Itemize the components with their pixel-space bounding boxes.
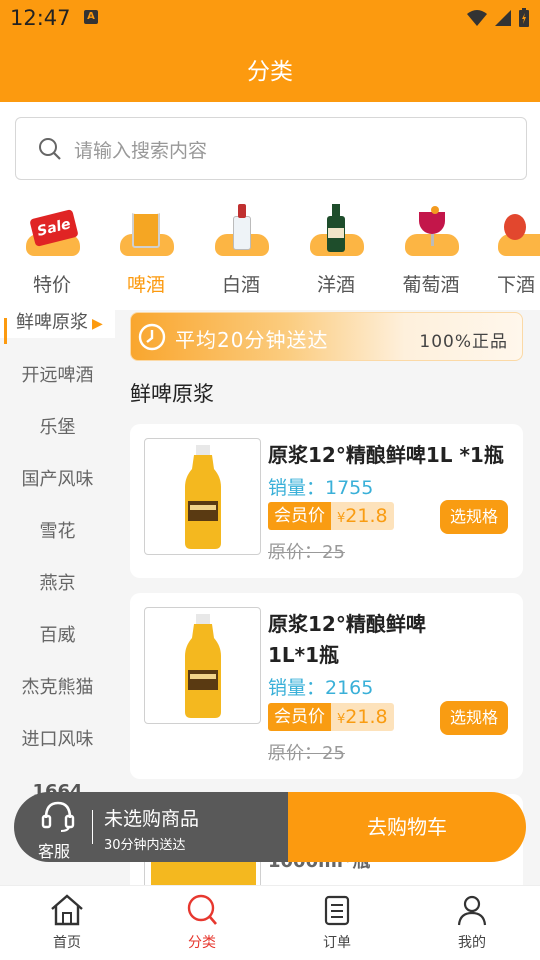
- sale-icon: Sale: [22, 198, 82, 258]
- member-tag: 会员价: [268, 502, 331, 530]
- order-icon: [324, 895, 350, 926]
- original-price: 原价：25: [268, 743, 345, 764]
- cart-empty-text: 未选购商品: [104, 808, 200, 830]
- customer-service-label: 客服: [38, 842, 71, 861]
- customer-service-button[interactable]: 客服: [14, 792, 92, 862]
- notification-icon: A: [84, 10, 98, 24]
- price-value: ¥21.8: [331, 703, 394, 731]
- category-snack[interactable]: 下酒: [486, 198, 540, 297]
- wine-glass-icon: [401, 198, 461, 258]
- select-spec-button[interactable]: 选规格: [440, 500, 508, 534]
- sidebar-item[interactable]: 燕京: [0, 558, 115, 610]
- divider: [92, 810, 93, 844]
- home-icon: [51, 894, 83, 926]
- battery-icon: [519, 8, 529, 27]
- category-sale[interactable]: Sale 特价: [12, 198, 92, 297]
- tab-label: 我的: [458, 935, 486, 951]
- signal-icon: [495, 10, 511, 26]
- search-icon: [39, 138, 61, 160]
- category-baijiu[interactable]: 白酒: [201, 198, 281, 297]
- sidebar-item[interactable]: 进口风味: [0, 714, 115, 766]
- tab-label: 订单: [323, 935, 351, 951]
- category-bar: Sale 特价 啤酒 白酒 洋酒 葡萄酒 下酒: [0, 198, 540, 308]
- sidebar-item[interactable]: 杰克熊猫: [0, 662, 115, 714]
- product-name: 原浆12°精酿鲜啤1L *1瓶: [268, 443, 504, 467]
- delivery-text: 平均20分钟送达: [175, 328, 329, 352]
- status-bar: 12:47 A: [0, 0, 540, 36]
- tab-label: 首页: [53, 935, 81, 951]
- tab-profile[interactable]: 我的: [432, 894, 512, 952]
- system-icons: [466, 8, 530, 28]
- cart-delivery-text: 30分钟内送达: [104, 838, 186, 853]
- tab-home[interactable]: 首页: [27, 894, 107, 952]
- product-card[interactable]: 原浆12°精酿鲜啤1L *1瓶 销量：1755 会员价 ¥21.8 原价：25 …: [130, 424, 523, 578]
- product-image: [144, 607, 261, 724]
- wifi-icon: [467, 10, 487, 26]
- page-title: 分类: [247, 59, 293, 85]
- original-price: 原价：25: [268, 542, 345, 563]
- product-sales: 销量：2165: [268, 677, 374, 699]
- bottom-tab-bar: 首页 分类 订单 我的: [0, 885, 540, 960]
- search-input[interactable]: 请输入搜索内容: [15, 117, 527, 180]
- product-image: [144, 438, 261, 555]
- sidebar-item[interactable]: 国产风味: [0, 454, 115, 506]
- product-sales: 销量：1755: [268, 477, 374, 499]
- category-search-icon: [187, 894, 217, 925]
- tab-category[interactable]: 分类: [162, 894, 242, 952]
- snack-icon: [486, 198, 540, 258]
- sidebar-item[interactable]: 雪花: [0, 506, 115, 558]
- app-bar: 分类: [0, 36, 540, 102]
- section-title: 鲜啤原浆: [130, 382, 214, 406]
- cart-summary: 客服 未选购商品 30分钟内送达: [14, 792, 288, 862]
- tab-orders[interactable]: 订单: [297, 894, 377, 952]
- product-card[interactable]: 原浆12°精酿鲜啤1L*1瓶 销量：2165 会员价 ¥21.8 原价：25 选…: [130, 593, 523, 779]
- sidebar-item[interactable]: 开远啤酒: [0, 350, 115, 402]
- delivery-banner: 平均20分钟送达 100%正品: [130, 312, 523, 361]
- go-to-cart-button[interactable]: 去购物车: [288, 792, 526, 862]
- tab-label: 分类: [188, 935, 216, 951]
- sidebar-item[interactable]: 百威: [0, 610, 115, 662]
- member-price: 会员价 ¥21.8: [268, 502, 394, 530]
- arrow-right-icon: ▶: [92, 316, 103, 332]
- sidebar-item-fresh-beer[interactable]: 鲜啤原浆 ▶: [0, 310, 115, 344]
- clock-icon: [138, 323, 166, 351]
- category-label: 下酒: [497, 274, 536, 296]
- select-spec-button[interactable]: 选规格: [440, 701, 508, 735]
- cart-bar: 客服 未选购商品 30分钟内送达 去购物车: [14, 792, 526, 862]
- sidebar-item[interactable]: 乐堡: [0, 402, 115, 454]
- baijiu-icon: [211, 198, 271, 258]
- beer-icon: [116, 198, 176, 258]
- category-label: 洋酒: [316, 274, 355, 296]
- headset-icon: [41, 801, 75, 832]
- product-name: 原浆12°精酿鲜啤1L*1瓶: [268, 612, 426, 667]
- genuine-text: 100%正品: [419, 332, 508, 352]
- profile-icon: [457, 895, 487, 926]
- price-value: ¥21.8: [331, 502, 394, 530]
- search-placeholder: 请输入搜索内容: [74, 140, 208, 162]
- whisky-icon: [306, 198, 366, 258]
- category-label: 啤酒: [126, 274, 165, 296]
- sidebar-item-label: 鲜啤原浆: [16, 312, 88, 333]
- category-beer[interactable]: 啤酒: [106, 198, 186, 297]
- status-time: 12:47: [10, 6, 71, 30]
- category-label: 白酒: [221, 274, 260, 296]
- category-label: 特价: [32, 274, 71, 296]
- member-price: 会员价 ¥21.8: [268, 703, 394, 731]
- category-wine[interactable]: 葡萄酒: [391, 198, 471, 297]
- category-label: 葡萄酒: [402, 274, 460, 296]
- category-whisky[interactable]: 洋酒: [296, 198, 376, 297]
- member-tag: 会员价: [268, 703, 331, 731]
